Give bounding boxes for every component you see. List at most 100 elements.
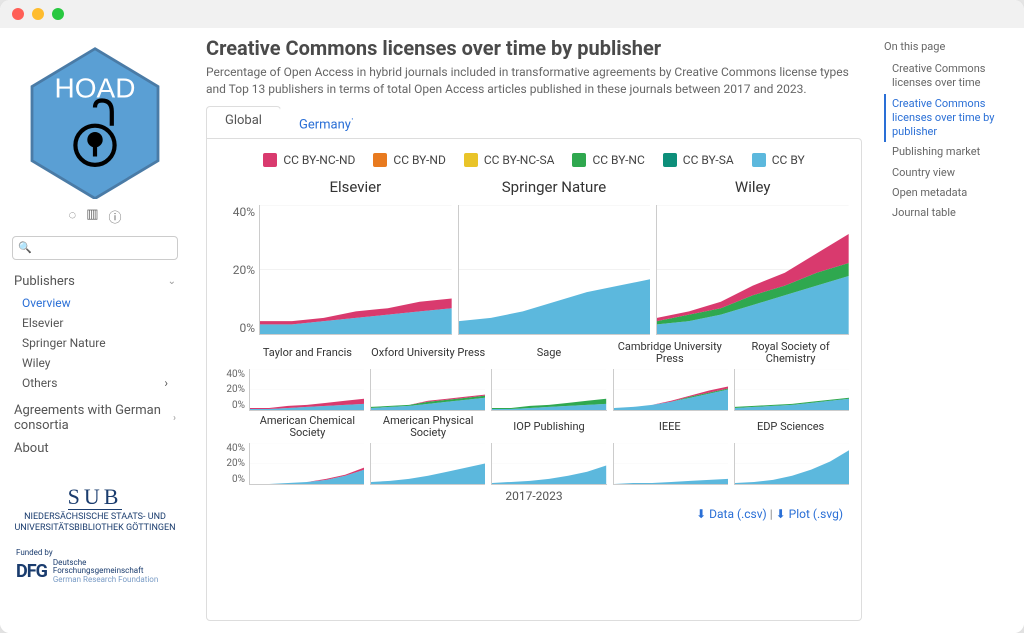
chart-icon[interactable]: ▥	[86, 207, 98, 226]
affiliation-block: SUB NIEDERSÄCHSISCHE STAATS- UND UNIVERS…	[12, 484, 178, 534]
facet-title: Elsevier	[259, 171, 452, 203]
download-csv-link[interactable]: ⬇ Data (.csv)	[696, 507, 767, 521]
facet-plot	[370, 369, 485, 411]
chart-panel: CC BY-NC-ND CC BY-ND CC BY-NC-SA CC BY-NC CC…	[206, 138, 862, 621]
facet-plot	[491, 369, 606, 411]
github-icon[interactable]: ◌	[68, 207, 76, 226]
facet-title: Taylor and Francis	[249, 339, 366, 367]
page-description: Percentage of Open Access in hybrid jour…	[206, 64, 862, 98]
y-tick: 20%	[226, 458, 245, 469]
close-window-button[interactable]	[12, 8, 24, 20]
legend-item[interactable]: CC BY-NC-SA	[464, 153, 555, 167]
facet-plot	[656, 205, 849, 335]
legend-swatch	[663, 153, 677, 167]
y-tick: 0%	[232, 400, 245, 411]
dfg-logo: DFG	[16, 561, 47, 582]
facet-plot	[249, 443, 364, 485]
y-tick: 40%	[226, 443, 245, 454]
facet-title: Oxford University Press	[370, 339, 487, 367]
legend-item[interactable]: CC BY-NC-ND	[263, 153, 355, 167]
nav-about-label: About	[14, 441, 49, 456]
y-axis-big: 40% 20% 0%	[219, 205, 259, 335]
facet-plot	[491, 443, 606, 485]
y-tick: 20%	[226, 384, 245, 395]
nav-item-others-label: Others	[22, 376, 57, 390]
nav-item-springer[interactable]: Springer Nature	[12, 333, 178, 353]
toc-item[interactable]: Publishing market	[884, 142, 1014, 162]
legend-item[interactable]: CC BY	[752, 153, 805, 167]
toc-item[interactable]: Creative Commons licenses over time	[884, 59, 1014, 94]
legend-label: CC BY-SA	[683, 153, 734, 167]
y-tick: 0%	[239, 321, 255, 335]
y-axis-small-2: 40% 20% 0%	[219, 443, 249, 485]
legend-label: CC BY-NC	[592, 153, 644, 167]
facet-title: IOP Publishing	[491, 413, 608, 441]
tab-germany[interactable]: Germany·	[280, 106, 373, 138]
facet-title: IEEE	[611, 413, 728, 441]
toc-heading: On this page	[884, 40, 1014, 53]
sub-logo: SUB	[12, 484, 178, 510]
sub-affil-text: NIEDERSÄCHSISCHE STAATS- UND UNIVERSITÄT…	[12, 512, 178, 534]
toc-item[interactable]: Journal table	[884, 203, 1014, 223]
minimize-window-button[interactable]	[32, 8, 44, 20]
maximize-window-button[interactable]	[52, 8, 64, 20]
facet-title: Royal Society of Chemistry	[732, 339, 849, 367]
window-titlebar	[0, 0, 1024, 28]
download-svg-link[interactable]: ⬇ Plot (.svg)	[776, 507, 843, 521]
toc-item[interactable]: Open metadata	[884, 183, 1014, 203]
legend-swatch	[373, 153, 387, 167]
nav-about[interactable]: About	[12, 437, 178, 460]
legend-item[interactable]: CC BY-NC	[572, 153, 644, 167]
legend-swatch	[263, 153, 277, 167]
toc-item[interactable]: Creative Commons licenses over time by p…	[884, 94, 1014, 143]
facet-plot	[249, 369, 364, 411]
chevron-right-icon: ›	[173, 413, 176, 424]
facet-title: EDP Sciences	[732, 413, 849, 441]
search-input[interactable]	[12, 236, 178, 260]
legend-label: CC BY-NC-SA	[484, 153, 555, 167]
logo-text: HOAD	[55, 73, 136, 104]
legend-swatch	[752, 153, 766, 167]
dfg-funded-label: Funded by	[16, 548, 178, 557]
facet-plot	[259, 205, 452, 335]
hoad-logo: HOAD	[25, 44, 165, 199]
legend-label: CC BY-ND	[393, 153, 445, 167]
y-tick: 40%	[233, 205, 255, 219]
y-tick: 20%	[233, 263, 255, 277]
info-icon[interactable]: ⓘ	[109, 207, 122, 226]
facet-title: Springer Nature	[458, 171, 651, 203]
x-axis-label: 2017-2023	[219, 489, 849, 503]
facet-plot	[734, 443, 849, 485]
search-icon: 🔍	[18, 241, 32, 254]
facet-title: Cambridge University Press	[611, 339, 728, 367]
y-tick: 0%	[232, 474, 245, 485]
facet-plot	[613, 443, 728, 485]
legend-label: CC BY	[772, 153, 805, 167]
legend-item[interactable]: CC BY-ND	[373, 153, 445, 167]
facet-title: Wiley	[656, 171, 849, 203]
nav-item-overview[interactable]: Overview	[12, 293, 178, 313]
dfg-block: Funded by DFG Deutsche Forschungsgemeins…	[12, 548, 178, 585]
main-content: Creative Commons licenses over time by p…	[190, 28, 874, 633]
legend-item[interactable]: CC BY-SA	[663, 153, 734, 167]
legend-swatch	[572, 153, 586, 167]
nav-item-others[interactable]: Others ›	[12, 373, 178, 393]
facet-title: American Physical Society	[370, 413, 487, 441]
toc-item[interactable]: Country view	[884, 163, 1014, 183]
tab-global[interactable]: Global	[206, 106, 281, 138]
chevron-down-icon: ⌄	[168, 276, 176, 287]
y-tick: 40%	[226, 369, 245, 380]
legend-swatch	[464, 153, 478, 167]
facet-title: American Chemical Society	[249, 413, 366, 441]
legend-label: CC BY-NC-ND	[283, 153, 355, 167]
facet-plot	[613, 369, 728, 411]
nav-item-elsevier[interactable]: Elsevier	[12, 313, 178, 333]
facet-plot	[734, 369, 849, 411]
nav-publishers-toggle[interactable]: Publishers ⌄	[12, 270, 178, 293]
nav-item-wiley[interactable]: Wiley	[12, 353, 178, 373]
nav-publishers-label: Publishers	[14, 274, 75, 289]
nav-agreements-label: Agreements with German consortia	[14, 403, 173, 433]
nav-agreements-toggle[interactable]: Agreements with German consortia ›	[12, 399, 178, 437]
chart-legend: CC BY-NC-ND CC BY-ND CC BY-NC-SA CC BY-NC CC…	[219, 147, 849, 171]
facet-plot	[458, 205, 651, 335]
